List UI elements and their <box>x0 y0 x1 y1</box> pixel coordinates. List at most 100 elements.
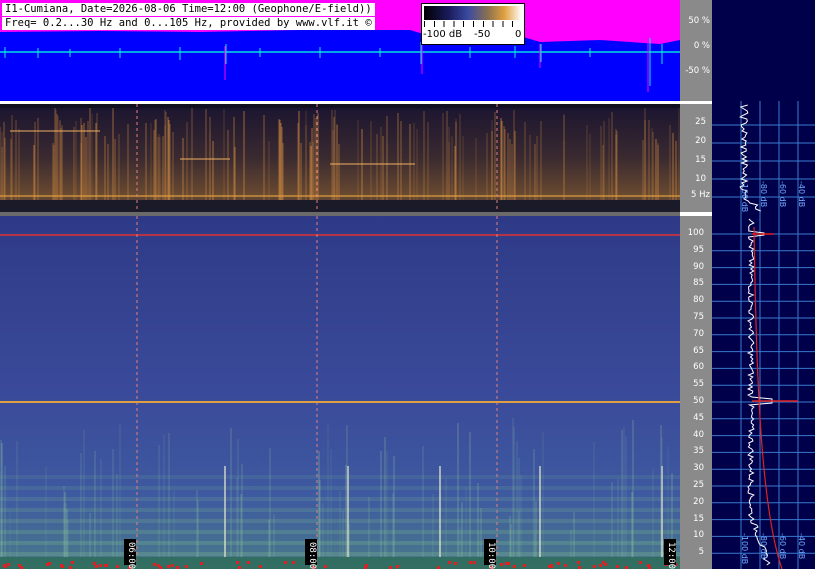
low-frequency-marker <box>365 564 368 567</box>
low-frequency-marker <box>639 561 642 564</box>
time-marker-0800: 08:00 <box>305 539 317 569</box>
waveform-axis-label: -50 % <box>685 66 710 76</box>
low-frequency-marker <box>577 561 580 564</box>
low-frequency-marker <box>505 562 508 565</box>
low-frequency-marker <box>550 564 553 567</box>
low-frequency-marker <box>167 565 170 568</box>
high-band-axis-label: 70 <box>693 328 704 339</box>
high-band-axis-label: 90 <box>693 261 704 272</box>
high-band-axis: 100 95 90 85 80 75 70 65 60 55 50 45 40 35 30 25 20 15 10 5 <box>680 216 712 569</box>
low-frequency-marker <box>61 565 64 568</box>
low-frequency-marker <box>185 565 188 568</box>
low-band-spectrogram <box>0 104 680 212</box>
low-frequency-marker <box>647 564 650 567</box>
low-frequency-marker <box>454 562 457 565</box>
low-frequency-marker <box>500 563 503 566</box>
low-frequency-marker <box>171 564 174 567</box>
low-frequency-marker <box>247 561 250 564</box>
profile-scale-label: -100 dB <box>740 533 749 565</box>
high-band-axis-label: 30 <box>693 463 704 474</box>
profile-scale-label: -80 dB <box>759 181 768 208</box>
waveform-axis: 50 % 0 % -50 % <box>680 0 712 101</box>
low-frequency-marker <box>292 561 295 564</box>
high-band-axis-label: 40 <box>693 429 704 440</box>
color-scale-gradient <box>424 6 522 20</box>
frequency-info: Freq= 0.2...30 Hz and 0...105 Hz, provid… <box>2 17 375 30</box>
low-band-axis-label: 25 <box>695 117 706 127</box>
high-band-axis-label: 5 <box>698 547 704 558</box>
low-frequency-marker <box>523 564 526 567</box>
low-frequency-marker <box>473 561 476 564</box>
high-band-axis-label: 55 <box>693 379 704 390</box>
profile-scale-label: -40 dB <box>797 533 806 560</box>
high-band-axis-label: 80 <box>693 295 704 306</box>
color-scale-min: -100 dB <box>423 29 463 40</box>
low-frequency-marker <box>448 561 451 564</box>
profile-scale-label: -40 dB <box>797 181 806 208</box>
time-marker-1200: 12:00 <box>664 539 676 569</box>
high-band-harmonic <box>0 475 680 479</box>
low-frequency-marker <box>200 562 203 565</box>
low-frequency-marker <box>46 563 49 566</box>
high-band-axis-label: 35 <box>693 446 704 457</box>
low-band-axis: 25 20 15 10 5 Hz <box>680 104 712 212</box>
high-band-axis-label: 45 <box>693 412 704 423</box>
low-frequency-marker <box>105 564 108 567</box>
waveform-side-panel <box>712 0 815 101</box>
low-frequency-marker <box>259 565 262 568</box>
profile-scale-label: -60 dB <box>778 533 787 560</box>
low-frequency-marker <box>93 562 96 565</box>
low-frequency-marker <box>396 565 399 568</box>
low-frequency-marker <box>284 561 287 564</box>
low-frequency-marker <box>324 565 327 568</box>
high-band-plot <box>0 216 680 569</box>
high-band-axis-label: 10 <box>693 530 704 541</box>
low-frequency-marker <box>153 563 156 566</box>
low-frequency-marker <box>604 563 607 566</box>
profile-scale-label: -60 dB <box>778 181 787 208</box>
low-band-profile: -100 dB-80 dB-60 dB-40 dB-20 dB <box>712 101 815 215</box>
high-band-spectrogram: 06:00 08:00 10:00 12:00 <box>0 216 680 569</box>
low-frequency-marker <box>99 564 102 567</box>
low-frequency-marker <box>513 565 516 568</box>
low-frequency-marker <box>116 565 119 568</box>
low-frequency-marker <box>599 564 602 567</box>
low-frequency-marker <box>557 562 560 565</box>
low-band-axis-label: 20 <box>695 136 706 146</box>
high-band-profile: -100 dB-80 dB-60 dB-40 dB-20 dB <box>712 215 815 569</box>
color-scale-mid: -50 <box>474 29 491 40</box>
high-band-axis-label: 95 <box>693 244 704 255</box>
color-scale: -100 dB -50 0 <box>421 3 525 45</box>
low-frequency-marker <box>469 561 472 564</box>
low-frequency-marker <box>236 561 239 564</box>
high-band-axis-label: 85 <box>693 278 704 289</box>
low-band-plot <box>0 104 680 212</box>
low-band-axis-label: 15 <box>695 155 706 165</box>
low-frequency-marker <box>95 565 98 568</box>
high-band-axis-label: 25 <box>693 480 704 490</box>
time-marker-1000: 10:00 <box>484 539 496 569</box>
time-marker-0600: 06:00 <box>124 539 136 569</box>
waveform-panel: I1-Cumiana, Date=2026-08-06 Time=12:00 (… <box>0 0 680 101</box>
high-band-axis-label: 100 <box>687 228 704 238</box>
low-frequency-marker <box>7 563 10 566</box>
high-band-axis-label: 50 <box>693 396 704 406</box>
low-frequency-marker <box>564 564 567 567</box>
high-band-profile-plot <box>712 215 815 569</box>
high-band-harmonic <box>0 486 680 490</box>
low-frequency-marker <box>593 565 596 568</box>
high-band-axis-label: 60 <box>693 362 704 373</box>
low-frequency-marker <box>71 561 74 564</box>
color-scale-max: 0 <box>515 29 522 40</box>
low-band-axis-label: 10 <box>695 174 706 184</box>
waveform-axis-label: 0 % <box>693 41 710 51</box>
high-band-axis-label: 65 <box>693 345 704 356</box>
color-scale-ticks <box>424 21 522 27</box>
waveform-axis-label: 50 % <box>688 16 710 26</box>
high-band-axis-label: 75 <box>693 312 704 322</box>
low-band-axis-label: 5 Hz <box>691 190 710 200</box>
vlf-monitor-screen: I1-Cumiana, Date=2026-08-06 Time=12:00 (… <box>0 0 815 569</box>
high-band-axis-label: 15 <box>693 513 704 524</box>
profile-scale-label: -100 dB <box>740 181 749 213</box>
profile-scale-label: -80 dB <box>759 533 768 560</box>
